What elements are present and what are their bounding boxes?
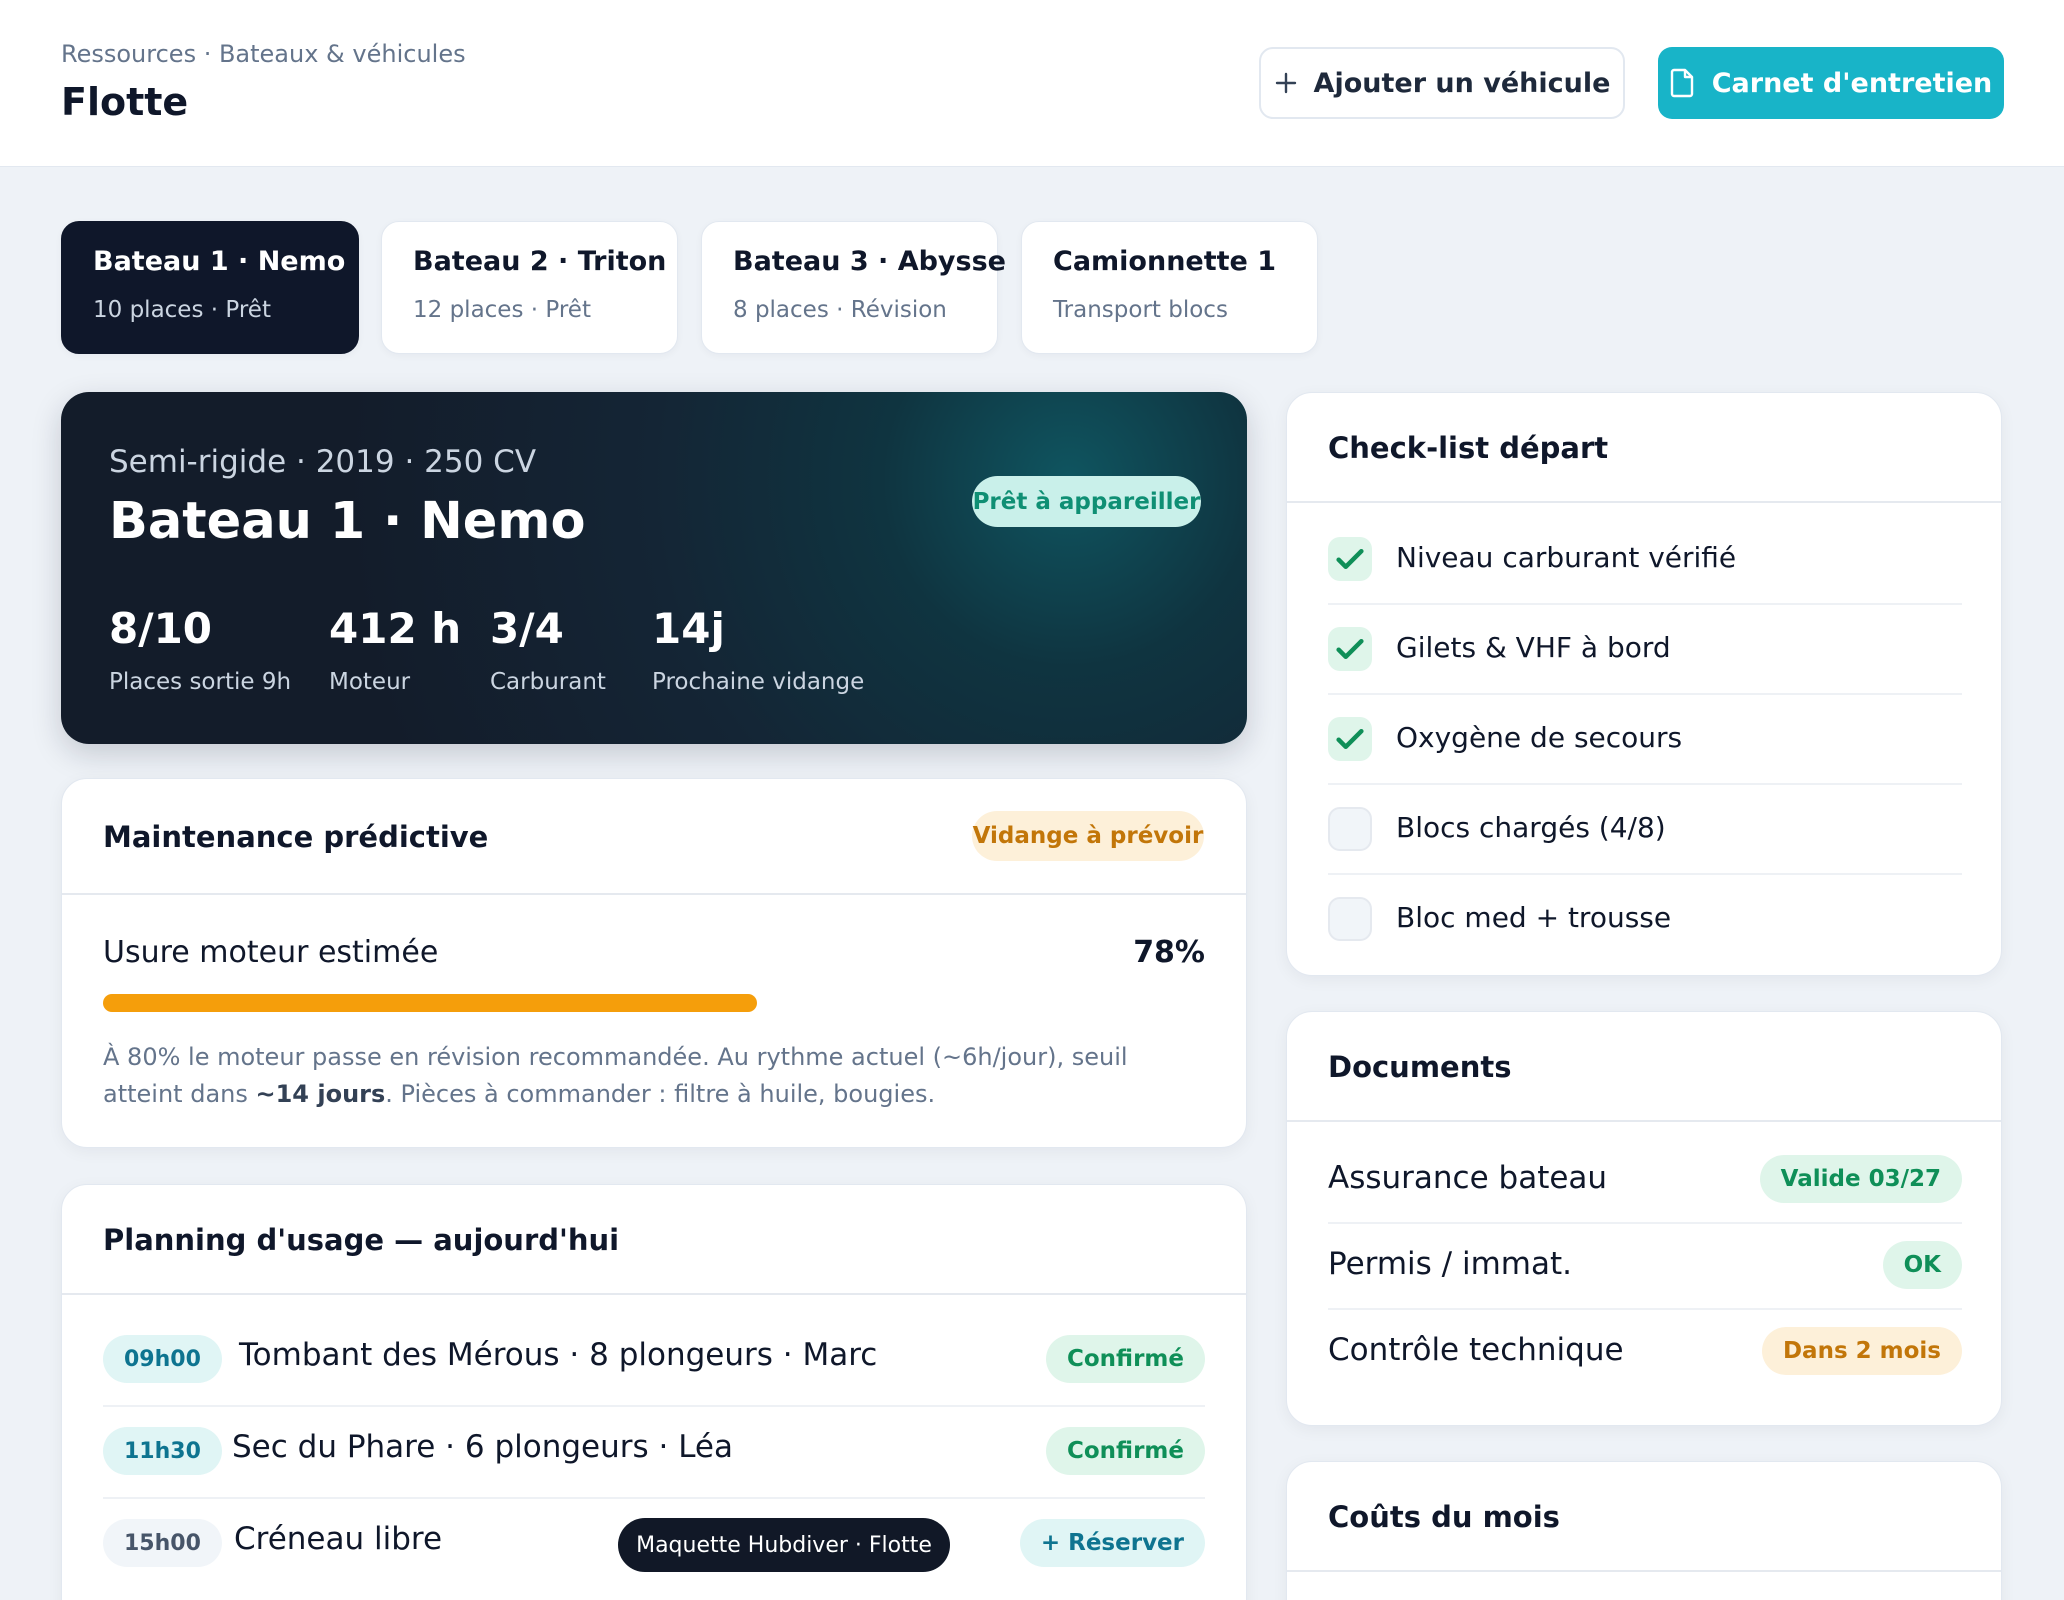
stat-next-oil-change: 14j Prochaine vidange (652, 604, 864, 695)
stat-value: 3/4 (490, 604, 564, 653)
stat-seats: 8/10 Places sortie 9h (109, 604, 291, 695)
checklist-item[interactable]: Niveau carburant vérifié (1328, 515, 1962, 605)
oil-change-badge: Vidange à prévoir (972, 811, 1204, 861)
status-badge: Confirmé (1045, 1335, 1205, 1383)
check-icon (1336, 548, 1364, 570)
stat-label: Moteur (329, 669, 411, 695)
checkbox-unchecked[interactable] (1328, 897, 1372, 941)
engine-wear-label: Usure moteur estimée (103, 935, 439, 970)
engine-wear-progress (103, 994, 1205, 1012)
card-title: Planning d'usage — aujourd'hui (103, 1223, 620, 1257)
document-icon (1670, 68, 1693, 98)
vehicle-hero-card: Semi-rigide · 2019 · 250 CV Bateau 1 · N… (61, 392, 1247, 744)
stat-value: 412 h (329, 604, 462, 653)
checklist-item[interactable]: Bloc med + trousse (1328, 875, 1962, 965)
stat-label: Prochaine vidange (652, 669, 865, 695)
card-title: Check-list départ (1328, 431, 1609, 465)
card-header: Check-list départ (1287, 393, 2001, 503)
mockup-toast: Maquette Hubdiver · Flotte (618, 1518, 950, 1572)
vehicle-tab-subtitle: Transport blocs (1053, 297, 1228, 323)
checklist-label: Bloc med + trousse (1396, 901, 1672, 934)
status-badge: Prêt à appareiller (972, 476, 1201, 527)
stat-engine-hours: 412 h Moteur (329, 604, 461, 695)
checkbox-unchecked[interactable] (1328, 807, 1372, 851)
add-vehicle-button[interactable]: Ajouter un véhicule (1259, 47, 1625, 119)
vehicle-tab-title: Bateau 1 · Nemo (93, 246, 346, 277)
check-icon (1336, 638, 1364, 660)
document-label: Assurance bateau (1328, 1160, 1608, 1196)
reserve-button[interactable]: + Réserver (1019, 1519, 1205, 1567)
checklist-label: Gilets & VHF à bord (1396, 631, 1671, 664)
checklist-label: Oxygène de secours (1396, 721, 1683, 754)
document-row[interactable]: Permis / immat. OK (1328, 1224, 1962, 1310)
maintenance-card: Maintenance prédictive Vidange à prévoir… (61, 778, 1247, 1148)
add-vehicle-label: Ajouter un véhicule (1313, 67, 1611, 99)
vehicle-tab-van[interactable]: Camionnette 1 Transport blocs (1021, 221, 1318, 354)
status-badge: Dans 2 mois (1761, 1327, 1962, 1375)
vehicle-tab-title: Bateau 2 · Triton (413, 246, 667, 277)
stat-value: 8/10 (109, 604, 213, 653)
time-badge: 09h00 (103, 1335, 222, 1383)
engine-wear-progress-fill (103, 994, 757, 1012)
status-badge: Valide 03/27 (1759, 1155, 1962, 1203)
checklist-label: Niveau carburant vérifié (1396, 541, 1737, 574)
checkbox-checked[interactable] (1328, 537, 1372, 581)
checklist-label: Blocs chargés (4/8) (1396, 811, 1666, 844)
checklist-item[interactable]: Blocs chargés (4/8) (1328, 785, 1962, 875)
document-label: Contrôle technique (1328, 1332, 1624, 1368)
document-label: Permis / immat. (1328, 1246, 1572, 1282)
time-badge: 15h00 (103, 1519, 222, 1567)
vehicle-tab-subtitle: 10 places · Prêt (93, 297, 271, 323)
stat-label: Carburant (490, 669, 606, 695)
free-slot-label: Créneau libre (234, 1521, 443, 1557)
planning-row[interactable]: 09h00 Tombant des Mérous · 8 plongeurs ·… (103, 1315, 1205, 1407)
time-badge: 11h30 (103, 1427, 222, 1475)
stat-fuel: 3/4 Carburant (490, 604, 606, 695)
dive-description: Tombant des Mérous · 8 plongeurs · Marc (239, 1337, 878, 1373)
vehicle-tab-subtitle: 12 places · Prêt (413, 297, 591, 323)
dive-description: Sec du Phare · 6 plongeurs · Léa (232, 1429, 733, 1465)
documents-card: Documents Assurance bateau Valide 03/27 … (1286, 1011, 2002, 1426)
engine-wear-value: 78% (1133, 935, 1205, 970)
card-header: Documents (1287, 1012, 2001, 1122)
document-row[interactable]: Contrôle technique Dans 2 mois (1328, 1310, 1962, 1396)
page-header: Ressources · Bateaux & véhicules Flotte … (0, 0, 2064, 167)
check-icon (1336, 728, 1364, 750)
logbook-button[interactable]: Carnet d'entretien (1658, 47, 2004, 119)
vehicle-tab-title: Camionnette 1 (1053, 246, 1277, 277)
vehicle-tab-title: Bateau 3 · Abysse (733, 246, 1006, 277)
card-title: Maintenance prédictive (103, 820, 489, 854)
vehicle-tab-nemo[interactable]: Bateau 1 · Nemo 10 places · Prêt (61, 221, 359, 354)
vehicle-specs: Semi-rigide · 2019 · 250 CV (109, 444, 537, 480)
vehicle-tab-abysse[interactable]: Bateau 3 · Abysse 8 places · Révision (701, 221, 1006, 354)
card-header: Maintenance prédictive Vidange à prévoir (62, 779, 1246, 895)
note-text: . Pièces à commander : filtre à huile, b… (385, 1080, 936, 1108)
departure-checklist-card: Check-list départ Niveau carburant vérif… (1286, 392, 2002, 976)
document-row[interactable]: Assurance bateau Valide 03/27 (1328, 1138, 1962, 1224)
checkbox-checked[interactable] (1328, 717, 1372, 761)
checklist-item[interactable]: Oxygène de secours (1328, 695, 1962, 785)
card-header: Coûts du mois (1287, 1462, 2001, 1572)
checklist-item[interactable]: Gilets & VHF à bord (1328, 605, 1962, 695)
card-title: Coûts du mois (1328, 1500, 1560, 1534)
breadcrumb[interactable]: Ressources · Bateaux & véhicules (61, 40, 466, 68)
page-title: Flotte (61, 80, 189, 124)
card-header: Planning d'usage — aujourd'hui (62, 1185, 1246, 1295)
status-badge: Confirmé (1045, 1427, 1205, 1475)
status-badge: OK (1882, 1241, 1962, 1289)
logbook-label: Carnet d'entretien (1711, 67, 1993, 99)
planning-row[interactable]: 11h30 Sec du Phare · 6 plongeurs · Léa C… (103, 1407, 1205, 1499)
stat-label: Places sortie 9h (109, 669, 292, 695)
plus-icon (1275, 72, 1296, 94)
vehicle-name: Bateau 1 · Nemo (109, 492, 586, 551)
vehicle-tab-subtitle: 8 places · Révision (733, 297, 947, 323)
vehicle-tab-triton[interactable]: Bateau 2 · Triton 12 places · Prêt (381, 221, 678, 354)
card-title: Documents (1328, 1050, 1512, 1084)
maintenance-note: À 80% le moteur passe en révision recomm… (103, 1039, 1213, 1113)
monthly-costs-card: Coûts du mois (1286, 1461, 2002, 1600)
note-highlight: ~14 jours (255, 1080, 386, 1108)
checkbox-checked[interactable] (1328, 627, 1372, 671)
stat-value: 14j (652, 604, 725, 653)
